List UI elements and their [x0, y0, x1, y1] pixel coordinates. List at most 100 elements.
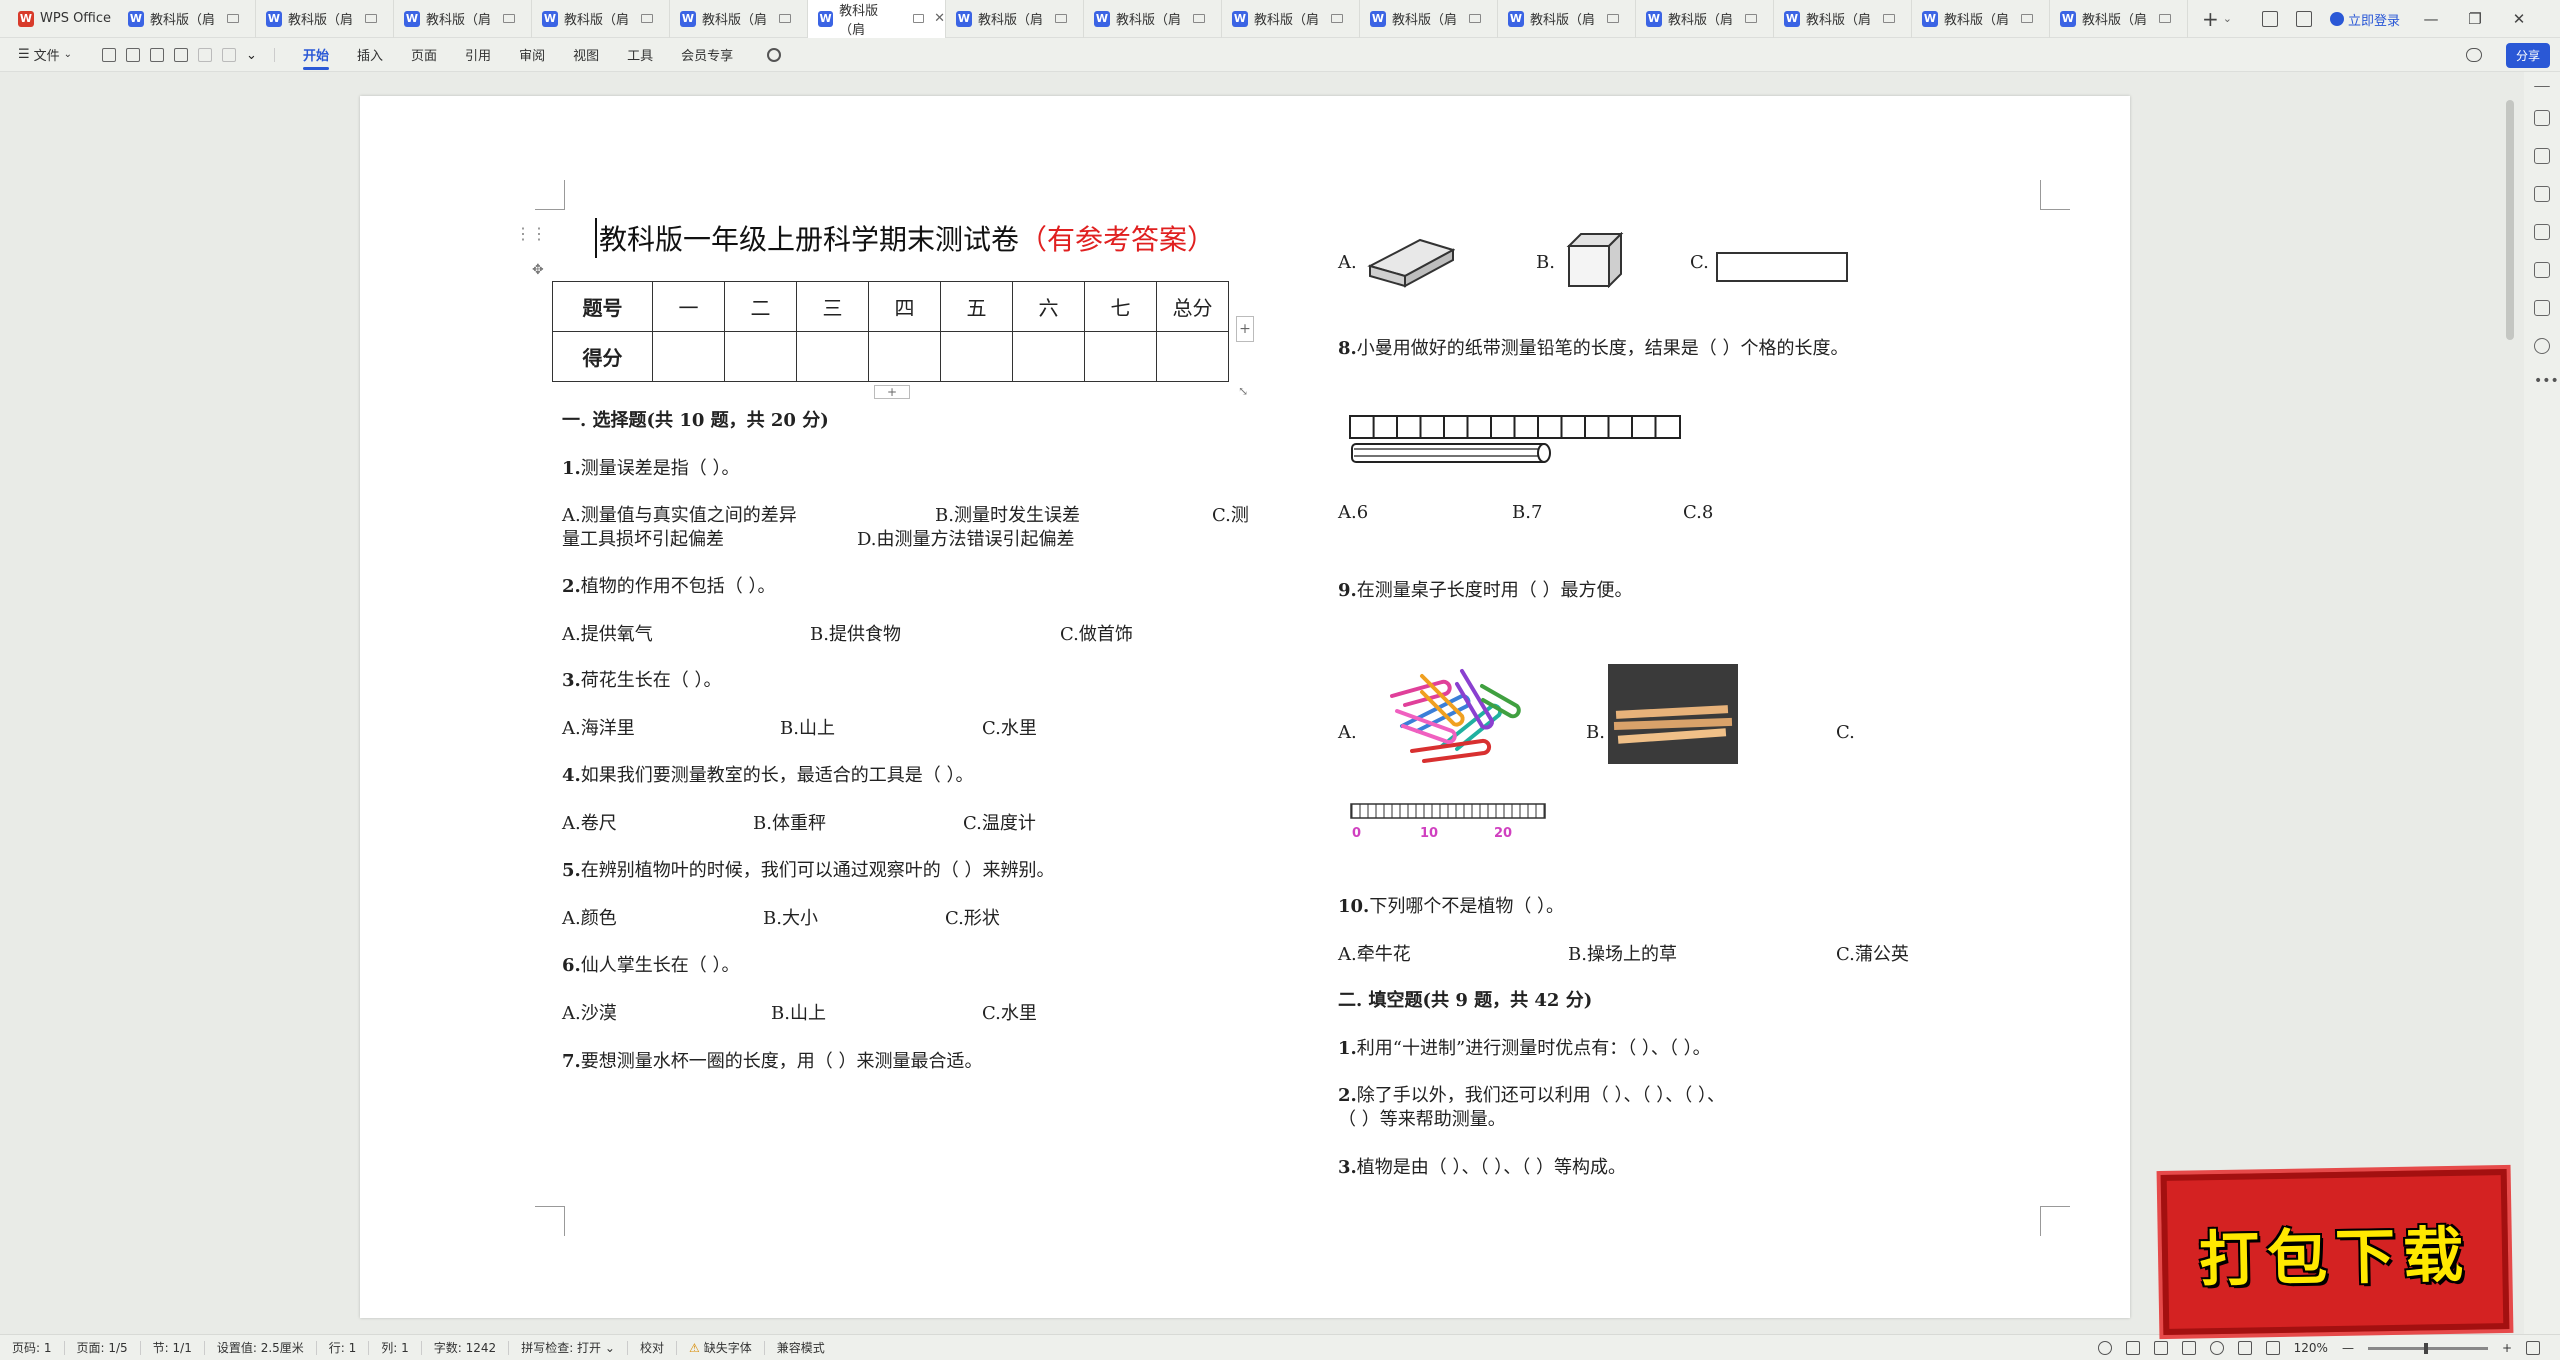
- zoom-slider[interactable]: [2367, 1342, 2488, 1354]
- table-row-label[interactable]: 得分: [552, 331, 653, 382]
- vertical-scrollbar[interactable]: [2506, 100, 2514, 340]
- document-tab[interactable]: W 教科版（肩: [1360, 0, 1498, 38]
- table-move-icon[interactable]: ✥: [532, 262, 544, 278]
- document-tab[interactable]: W 教科版（肩: [1636, 0, 1774, 38]
- status-col[interactable]: 列: 1: [369, 1340, 422, 1355]
- zoom-out-button[interactable]: —: [2342, 1341, 2354, 1355]
- table-header-cell[interactable]: 总分: [1156, 281, 1229, 332]
- ribbon-tab[interactable]: 会员专享: [667, 38, 747, 72]
- document-tab[interactable]: W 教科版（肩: [532, 0, 670, 38]
- document-tab[interactable]: W 教科版（肩 ✕: [808, 0, 946, 38]
- status-page-num[interactable]: 页码: 1: [0, 1340, 65, 1355]
- table-cell[interactable]: [868, 331, 941, 382]
- share-button[interactable]: 分享: [2505, 43, 2550, 68]
- document-tab[interactable]: W 教科版（肩: [1222, 0, 1360, 38]
- status-pages[interactable]: 页面: 1/5: [65, 1340, 141, 1355]
- more-chevron-icon[interactable]: ⌄: [246, 48, 260, 63]
- minimize-ribbon-icon[interactable]: [2534, 86, 2550, 88]
- file-menu[interactable]: ☰ 文件 ⌄: [0, 45, 88, 64]
- document-tab[interactable]: W 教科版（肩: [670, 0, 808, 38]
- close-window-button[interactable]: ✕: [2506, 10, 2532, 28]
- search-icon[interactable]: [767, 47, 782, 62]
- eye-icon[interactable]: [2097, 1341, 2112, 1355]
- chevron-down-icon[interactable]: ⌄: [2223, 12, 2232, 25]
- wps-home-tab[interactable]: W WPS Office: [0, 10, 118, 27]
- page-view-icon[interactable]: [2125, 1341, 2140, 1355]
- outline-view-icon[interactable]: [2153, 1341, 2168, 1355]
- table-cell[interactable]: [1156, 331, 1229, 382]
- cube-icon[interactable]: [2295, 11, 2312, 27]
- add-row-button[interactable]: +: [874, 385, 910, 399]
- pen-icon[interactable]: [2534, 110, 2550, 126]
- document-tab[interactable]: W 教科版（肩: [2050, 0, 2188, 38]
- table-header-cell[interactable]: 三: [796, 281, 869, 332]
- document-tab[interactable]: W 教科版（肩: [394, 0, 532, 38]
- ribbon-tab[interactable]: 工具: [613, 38, 667, 72]
- download-badge[interactable]: 打包下载: [2160, 1168, 2510, 1336]
- status-spell[interactable]: 拼写检查: 打开 ⌄: [509, 1340, 628, 1355]
- more-icon[interactable]: •••: [2534, 374, 2559, 392]
- table-header-cell[interactable]: 七: [1084, 281, 1157, 332]
- print-preview-icon[interactable]: [174, 47, 188, 62]
- document-page[interactable]: ⋮⋮ 教科版一年级上册科学期末测试卷（有参考答案） ✥ 题号一二三四五六七总分 …: [360, 96, 2130, 1318]
- table-cell[interactable]: [796, 331, 869, 382]
- fullscreen-icon[interactable]: [2526, 1341, 2540, 1355]
- table-cell[interactable]: [1084, 331, 1157, 382]
- table-header-cell[interactable]: 题号: [552, 281, 653, 332]
- minimize-button[interactable]: —: [2418, 10, 2444, 28]
- document-tab[interactable]: W 教科版（肩: [1498, 0, 1636, 38]
- ribbon-tab[interactable]: 开始: [289, 38, 343, 72]
- table-header-cell[interactable]: 二: [724, 281, 797, 332]
- add-column-button[interactable]: +: [1236, 316, 1254, 342]
- close-tab-icon[interactable]: ✕: [934, 11, 945, 26]
- pen-mode-icon[interactable]: [2237, 1341, 2252, 1355]
- status-proof[interactable]: 校对: [628, 1340, 677, 1355]
- zoom-in-button[interactable]: +: [2502, 1341, 2512, 1355]
- restore-button[interactable]: ❐: [2462, 10, 2488, 28]
- adjust-icon[interactable]: [2534, 186, 2550, 202]
- cloud-icon[interactable]: [2466, 48, 2482, 62]
- table-resize-icon[interactable]: ⤡: [1238, 384, 1248, 398]
- table-header-cell[interactable]: 五: [940, 281, 1013, 332]
- document-tab[interactable]: W 教科版（肩: [118, 0, 256, 38]
- status-missing-font[interactable]: ⚠ 缺失字体: [677, 1340, 765, 1355]
- export-icon[interactable]: [126, 47, 140, 62]
- undo-icon[interactable]: [198, 47, 212, 62]
- login-button[interactable]: 立即登录: [2329, 10, 2400, 29]
- status-section[interactable]: 节: 1/1: [141, 1340, 205, 1355]
- ribbon-tab[interactable]: 视图: [559, 38, 613, 72]
- status-setting[interactable]: 设置值: 2.5厘米: [205, 1340, 317, 1355]
- web-view-icon[interactable]: [2209, 1341, 2224, 1355]
- table-cell[interactable]: [940, 331, 1013, 382]
- table-header-cell[interactable]: 四: [868, 281, 941, 332]
- play-icon[interactable]: [2181, 1341, 2196, 1355]
- table-cell[interactable]: [652, 331, 725, 382]
- tools-icon[interactable]: [2534, 262, 2550, 278]
- table-cell[interactable]: [724, 331, 797, 382]
- table-header-cell[interactable]: 一: [652, 281, 725, 332]
- translate-icon[interactable]: [2534, 300, 2550, 316]
- new-tab-button[interactable]: +: [2202, 7, 2219, 31]
- print-icon[interactable]: [150, 47, 164, 62]
- redo-icon[interactable]: [222, 47, 236, 62]
- document-tab[interactable]: W 教科版（肩: [946, 0, 1084, 38]
- zoom-level[interactable]: 120%: [2294, 1341, 2328, 1355]
- help-icon[interactable]: [2534, 338, 2550, 354]
- drag-handle-icon[interactable]: ⋮⋮: [515, 224, 547, 243]
- status-row[interactable]: 行: 1: [317, 1340, 370, 1355]
- document-tab[interactable]: W 教科版（肩: [1774, 0, 1912, 38]
- document-tab[interactable]: W 教科版（肩: [1912, 0, 2050, 38]
- fit-icon[interactable]: [2265, 1341, 2280, 1355]
- ribbon-tab[interactable]: 审阅: [505, 38, 559, 72]
- layout-icon[interactable]: [2261, 11, 2278, 27]
- ribbon-tab[interactable]: 插入: [343, 38, 397, 72]
- ribbon-tab[interactable]: 引用: [451, 38, 505, 72]
- table-cell[interactable]: [1012, 331, 1085, 382]
- edit-icon[interactable]: [2534, 224, 2550, 240]
- status-compat[interactable]: 兼容模式: [765, 1341, 837, 1355]
- table-header-cell[interactable]: 六: [1012, 281, 1085, 332]
- select-icon[interactable]: [2534, 148, 2550, 164]
- document-tab[interactable]: W 教科版（肩: [256, 0, 394, 38]
- status-words[interactable]: 字数: 1242: [422, 1340, 510, 1355]
- save-icon[interactable]: [102, 47, 116, 62]
